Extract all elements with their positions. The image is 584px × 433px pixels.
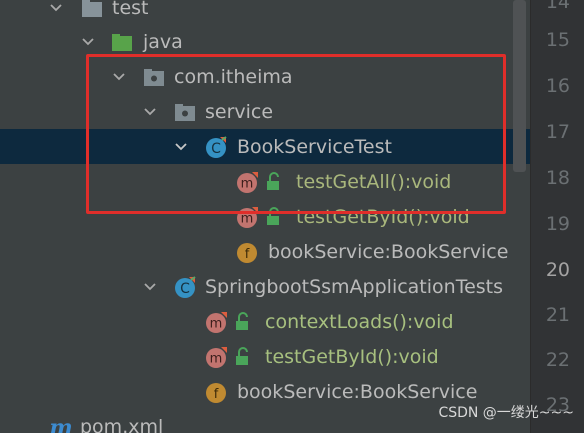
folder-icon	[81, 0, 103, 19]
svg-text:m: m	[49, 416, 72, 433]
source-folder-icon	[111, 31, 133, 53]
svg-text:f: f	[245, 247, 250, 262]
tree-node-label: SpringbootSsmApplicationTests	[205, 275, 504, 298]
field-icon: f	[236, 241, 258, 263]
line-number-gutter: 14 15 16 17 18 19 20 21 22 23	[530, 0, 584, 433]
tree-node-label: testGetById():void	[265, 345, 439, 368]
field-icon: f	[205, 381, 227, 403]
tree-node-label: java	[143, 30, 183, 53]
svg-text:f: f	[214, 387, 219, 402]
line-number: 16	[545, 75, 570, 97]
current-line-number: 20	[545, 259, 570, 281]
chevron-down-icon[interactable]	[144, 281, 156, 293]
svg-text:m: m	[210, 316, 223, 331]
highlight-box	[86, 54, 506, 214]
line-number: 22	[545, 349, 570, 371]
chevron-down-icon[interactable]	[82, 36, 94, 48]
maven-icon: m	[47, 416, 75, 433]
tree-node-label: test	[112, 0, 149, 19]
unlock-icon	[233, 347, 253, 367]
line-number: 17	[545, 121, 570, 143]
line-number: 19	[545, 213, 570, 235]
tree-node-test[interactable]: test	[0, 0, 530, 25]
tree-node-label: contextLoads():void	[265, 310, 454, 333]
line-number: 15	[545, 29, 570, 51]
unlock-icon	[233, 312, 253, 332]
svg-text:m: m	[210, 351, 223, 366]
tree-node-label: bookService:BookService	[237, 380, 478, 403]
chevron-down-icon[interactable]	[50, 2, 62, 14]
tree-node-field[interactable]: f bookService:BookService	[0, 234, 530, 269]
csdn-watermark: CSDN @一缕光~~~	[438, 405, 574, 421]
line-number: 18	[545, 167, 570, 189]
tree-node-method[interactable]: m contextLoads():void	[0, 304, 530, 339]
tree-node-label: bookService:BookService	[268, 240, 509, 263]
method-icon: m	[205, 311, 227, 333]
tree-node-label: pom.xml	[80, 415, 164, 433]
gutter-divider	[530, 0, 531, 433]
line-number: 14	[545, 0, 570, 13]
tree-node-class[interactable]: C SpringbootSsmApplicationTests	[0, 269, 530, 304]
class-icon: C	[174, 275, 196, 298]
line-number: 21	[545, 304, 570, 326]
vertical-scrollbar[interactable]	[513, 0, 526, 172]
project-tree: test java com.itheima service C BookServ…	[0, 0, 530, 433]
tree-node-method[interactable]: m testGetById():void	[0, 339, 530, 374]
method-icon: m	[205, 346, 227, 368]
svg-text:C: C	[180, 281, 190, 297]
